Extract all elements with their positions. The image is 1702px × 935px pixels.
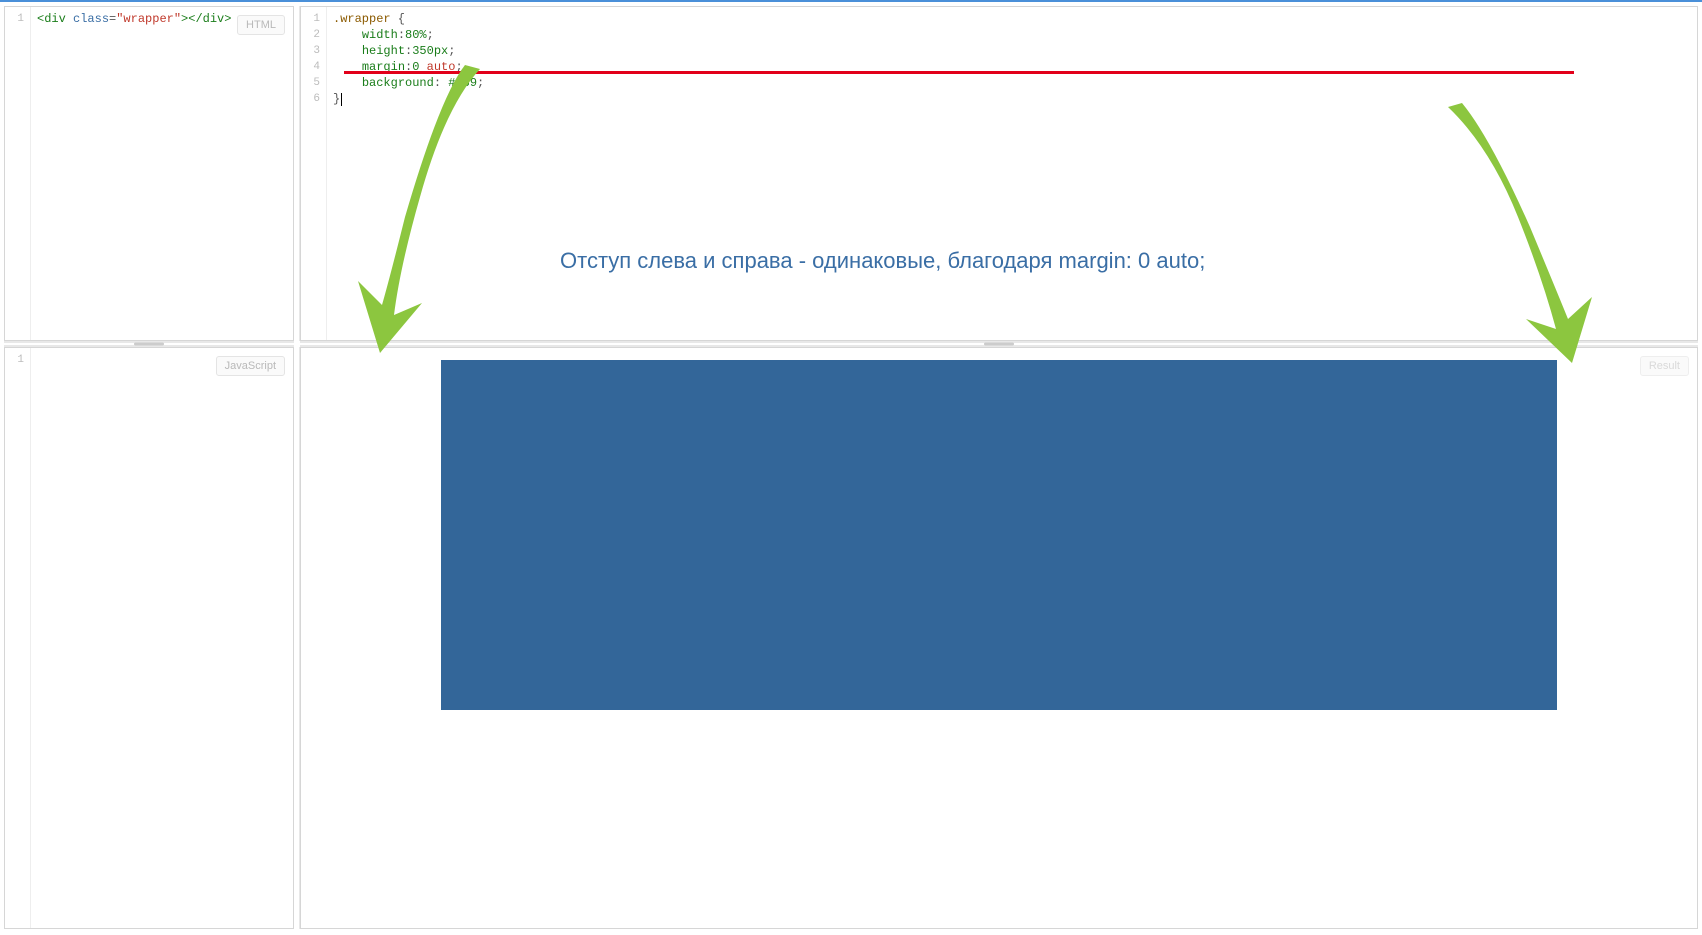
result-body	[301, 348, 1697, 928]
line-num: 3	[301, 43, 320, 59]
js-code-body[interactable]	[31, 348, 293, 928]
js-panel: 1 JavaScript	[4, 347, 294, 929]
css-sel: .wrapper	[333, 12, 391, 26]
line-num: 4	[301, 59, 320, 75]
line-num: 2	[301, 27, 320, 43]
html-open-tag: <div	[37, 12, 66, 26]
arrow-left-icon	[350, 57, 490, 357]
result-wrapper-box	[441, 360, 1558, 710]
html-close-tag: </div>	[188, 12, 231, 26]
html-panel: 1 <div class="wrapper"></div> HTML	[4, 6, 294, 341]
result-panel-label[interactable]: Result	[1640, 356, 1689, 376]
html-attr: class	[73, 12, 109, 26]
arrow-right-icon	[1440, 97, 1600, 367]
line-num: 1	[5, 11, 24, 27]
drag-handle-icon	[134, 343, 164, 346]
html-panel-label[interactable]: HTML	[237, 15, 285, 35]
annotation-text: Отступ слева и справа - одинаковые, благ…	[560, 248, 1205, 274]
line-num: 6	[301, 91, 320, 107]
line-num: 1	[5, 352, 24, 368]
css-prop: height	[362, 44, 405, 58]
html-attr-value: "wrapper"	[116, 12, 181, 26]
html-gutter: 1	[5, 7, 31, 340]
line-num: 5	[301, 75, 320, 91]
html-code-body[interactable]: <div class="wrapper"></div>	[31, 7, 293, 340]
js-gutter: 1	[5, 348, 31, 928]
drag-handle-icon	[984, 343, 1014, 346]
css-gutter: 1 2 3 4 5 6	[301, 7, 327, 340]
text-cursor	[341, 93, 342, 106]
js-panel-label[interactable]: JavaScript	[216, 356, 285, 376]
css-prop: width	[362, 28, 398, 42]
annotation-underline	[344, 71, 1574, 74]
result-panel: Result	[300, 347, 1698, 929]
line-num: 1	[301, 11, 320, 27]
